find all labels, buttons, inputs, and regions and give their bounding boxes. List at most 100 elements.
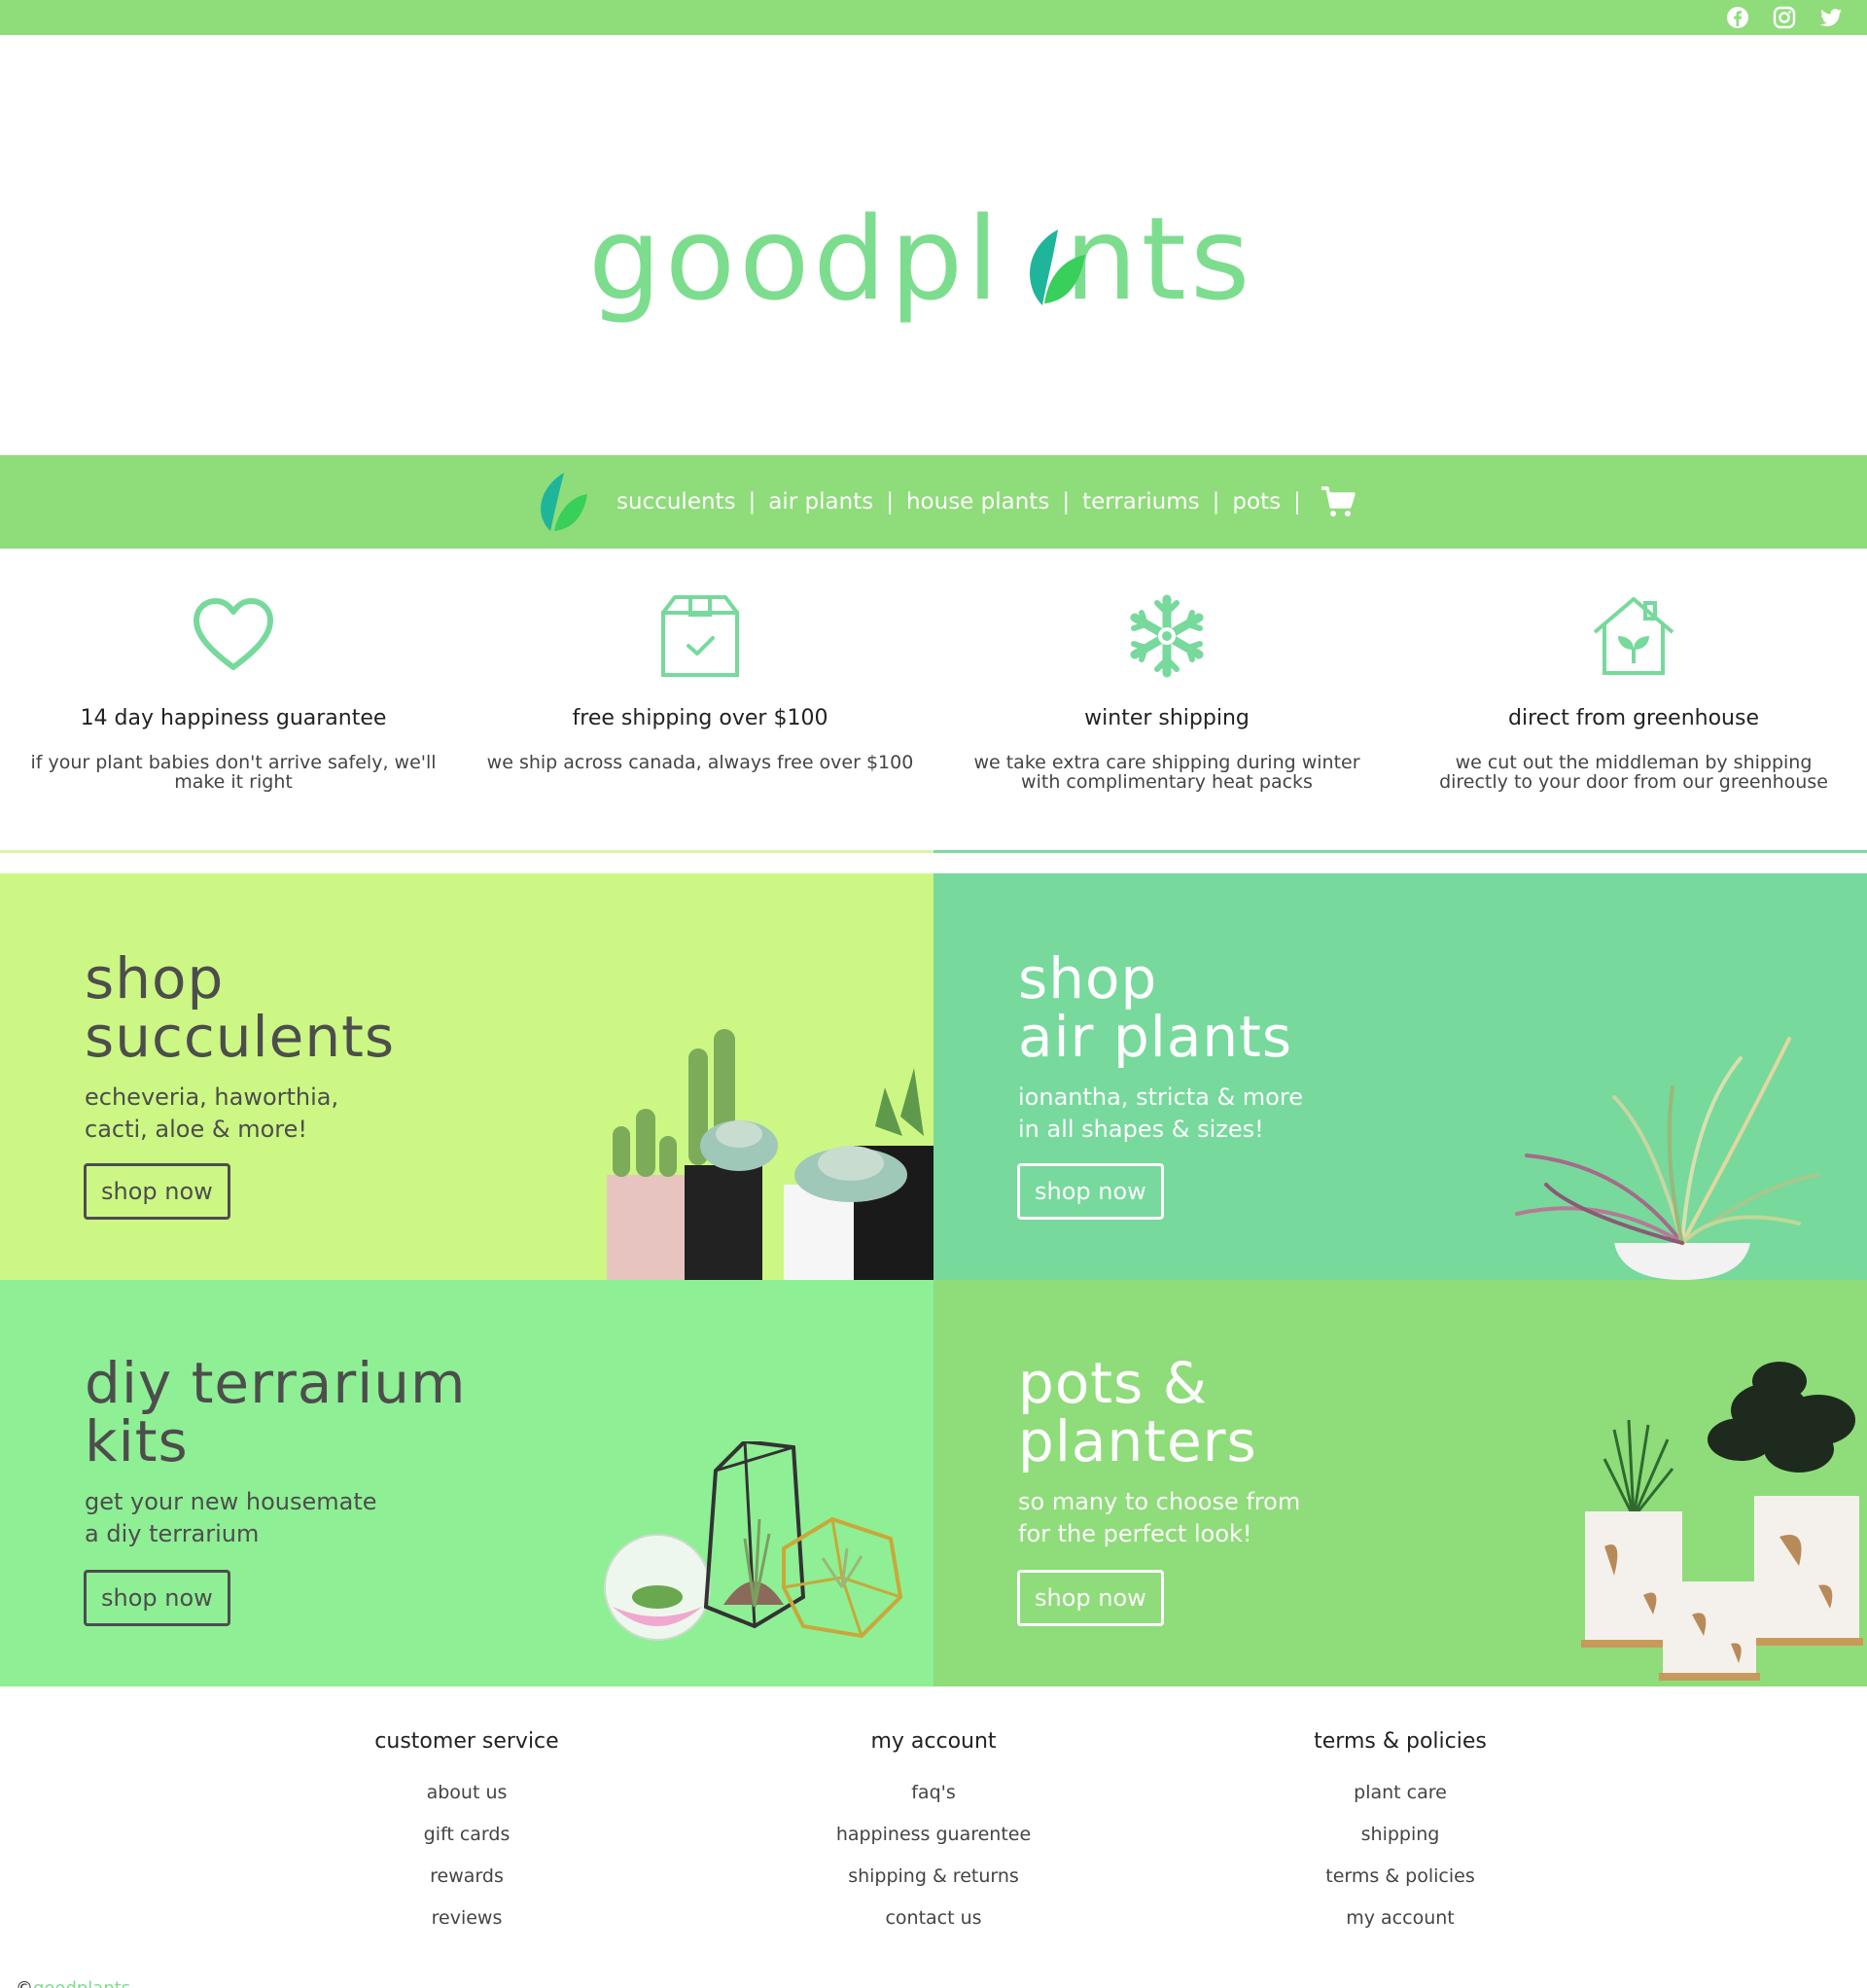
tile-title-line: shop [1018, 945, 1158, 1012]
tile-title: diy terrarium kits [85, 1354, 467, 1471]
leaf-logo-icon[interactable] [535, 471, 591, 533]
tile-title: pots & planters [1018, 1354, 1257, 1471]
shop-air-plants-button[interactable]: shop now [1017, 1163, 1164, 1220]
logo-text-part: nts [1064, 192, 1254, 326]
footer-link-shipping[interactable]: shipping [1167, 1814, 1634, 1856]
footer-link-my-account[interactable]: my account [1167, 1898, 1634, 1939]
footer-heading: customer service [374, 1729, 559, 1754]
box-check-icon [661, 595, 739, 677]
feature-desc: if your plant babies don't arrive safely… [30, 752, 437, 793]
tile-title: shop succulents [85, 949, 395, 1066]
copyright: ©goodplants [16, 1978, 130, 1988]
nav-inner: succulents | air plants | house plants |… [535, 455, 1356, 549]
nav-item-terrariums[interactable]: terrariums [1082, 489, 1200, 515]
feature-title: free shipping over $100 [572, 706, 828, 730]
tile-title-line: shop [85, 945, 225, 1012]
feature-free-shipping: free shipping over $100 we ship across c… [467, 549, 934, 856]
footer-column-customer-service: customer service about us gift cards rew… [233, 1729, 700, 1939]
snowflake-icon [1130, 594, 1204, 678]
section-divider [934, 850, 1867, 853]
goodplants-logo[interactable]: goodpl nts [588, 181, 1288, 337]
logo-text: goodpl nts [588, 181, 1253, 337]
twitter-icon[interactable] [1818, 5, 1844, 30]
feature-title: 14 day happiness guarantee [80, 706, 387, 730]
nav-item-air-plants[interactable]: air plants [768, 489, 873, 515]
footer-link-gift-cards[interactable]: gift cards [233, 1814, 700, 1856]
tile-subtitle-line: in all shapes & sizes! [1018, 1116, 1264, 1143]
social-links [1725, 5, 1844, 30]
feature-desc: we take extra care shipping during winte… [973, 752, 1360, 793]
heart-icon [194, 598, 273, 670]
footer-link-rewards[interactable]: rewards [233, 1856, 700, 1898]
feature-title: winter shipping [1084, 706, 1250, 730]
feature-title: direct from greenhouse [1508, 706, 1759, 730]
nav-separator: | [1293, 489, 1301, 515]
nav-item-succulents[interactable]: succulents [616, 489, 736, 515]
facebook-icon[interactable] [1725, 5, 1750, 30]
instagram-icon[interactable] [1772, 5, 1797, 30]
tile-subtitle-line: so many to choose from [1018, 1488, 1301, 1515]
tile-subtitle-line: cacti, aloe & more! [85, 1116, 308, 1143]
tile-subtitle: get your new housemate a diy terrarium [85, 1486, 377, 1550]
nav-separator: | [1212, 489, 1220, 515]
tile-subtitle-line: get your new housemate [85, 1488, 377, 1515]
tile-subtitle-line: a diy terrarium [85, 1520, 260, 1547]
tile-subtitle: so many to choose from for the perfect l… [1018, 1486, 1300, 1550]
leaf-logo-icon [1030, 230, 1085, 305]
tile-subtitle: echeveria, haworthia, cacti, aloe & more… [85, 1082, 338, 1146]
social-bar [0, 0, 1867, 35]
footer-column-terms-policies: terms & policies plant care shipping ter… [1167, 1729, 1634, 1939]
promo-air-plants: shop air plants ionantha, stricta & more… [934, 873, 1867, 1280]
shopping-cart-icon[interactable] [1320, 485, 1356, 518]
feature-winter-shipping: winter shipping we take extra care shipp… [934, 549, 1400, 856]
succulents-image [607, 1029, 934, 1280]
tile-subtitle-line: ionantha, stricta & more [1018, 1083, 1303, 1111]
footer-heading: my account [870, 1729, 997, 1754]
nav-item-pots[interactable]: pots [1232, 489, 1281, 515]
shop-succulents-button[interactable]: shop now [84, 1163, 230, 1220]
logo-area: goodpl nts [0, 35, 1867, 455]
footer-link-contact-us[interactable]: contact us [700, 1898, 1167, 1939]
footer-heading: terms & policies [1314, 1729, 1487, 1754]
tile-subtitle-line: echeveria, haworthia, [85, 1083, 339, 1111]
promo-succulents: shop succulents echeveria, haworthia, ca… [0, 873, 934, 1280]
footer-link-happiness-guarantee[interactable]: happiness guarentee [700, 1814, 1167, 1856]
footer-link-terms-policies[interactable]: terms & policies [1167, 1856, 1634, 1898]
footer-column-my-account: my account faq's happiness guarentee shi… [700, 1729, 1167, 1939]
copyright-brand-link[interactable]: goodplants [33, 1978, 130, 1988]
footer-link-about-us[interactable]: about us [233, 1772, 700, 1814]
tile-title-line: succulents [85, 1004, 396, 1070]
feature-guarantee: 14 day happiness guarantee if your plant… [0, 549, 467, 856]
nav-separator: | [886, 489, 894, 515]
tile-subtitle-line: for the perfect look! [1018, 1520, 1252, 1547]
tile-title-line: planters [1018, 1408, 1257, 1474]
footer-link-faqs[interactable]: faq's [700, 1772, 1167, 1814]
tile-title-line: pots & [1018, 1350, 1208, 1416]
tile-title-line: diy terrarium [85, 1350, 467, 1416]
shop-pots-button[interactable]: shop now [1017, 1570, 1164, 1626]
tile-title-line: kits [85, 1408, 189, 1474]
greenhouse-icon [1593, 597, 1674, 675]
tile-title-line: air plants [1018, 1004, 1293, 1070]
terrariums-image [604, 1441, 903, 1641]
feature-desc: we ship across canada, always free over … [486, 752, 914, 773]
logo-text-part: goodpl [588, 192, 1003, 326]
section-divider [0, 850, 934, 853]
footer: customer service about us gift cards rew… [0, 1686, 1867, 1988]
promo-terrarium-kits: diy terrarium kits get your new housemat… [0, 1280, 934, 1686]
features-section: 14 day happiness guarantee if your plant… [0, 549, 1867, 856]
pots-image [1581, 1362, 1863, 1681]
nav-item-house-plants[interactable]: house plants [906, 489, 1049, 515]
feature-desc: we cut out the middleman by shipping dir… [1439, 752, 1828, 793]
shop-terrarium-button[interactable]: shop now [84, 1570, 230, 1626]
footer-link-reviews[interactable]: reviews [233, 1898, 700, 1939]
footer-link-shipping-returns[interactable]: shipping & returns [700, 1856, 1167, 1898]
tile-title: shop air plants [1018, 949, 1292, 1066]
promo-pots-planters: pots & planters so many to choose from f… [934, 1280, 1867, 1686]
main-nav: succulents | air plants | house plants |… [0, 455, 1867, 549]
tile-subtitle: ionantha, stricta & more in all shapes &… [1018, 1082, 1303, 1146]
footer-link-plant-care[interactable]: plant care [1167, 1772, 1634, 1814]
nav-separator: | [748, 489, 757, 515]
air-plants-image [1515, 1037, 1820, 1280]
feature-greenhouse: direct from greenhouse we cut out the mi… [1400, 549, 1867, 856]
